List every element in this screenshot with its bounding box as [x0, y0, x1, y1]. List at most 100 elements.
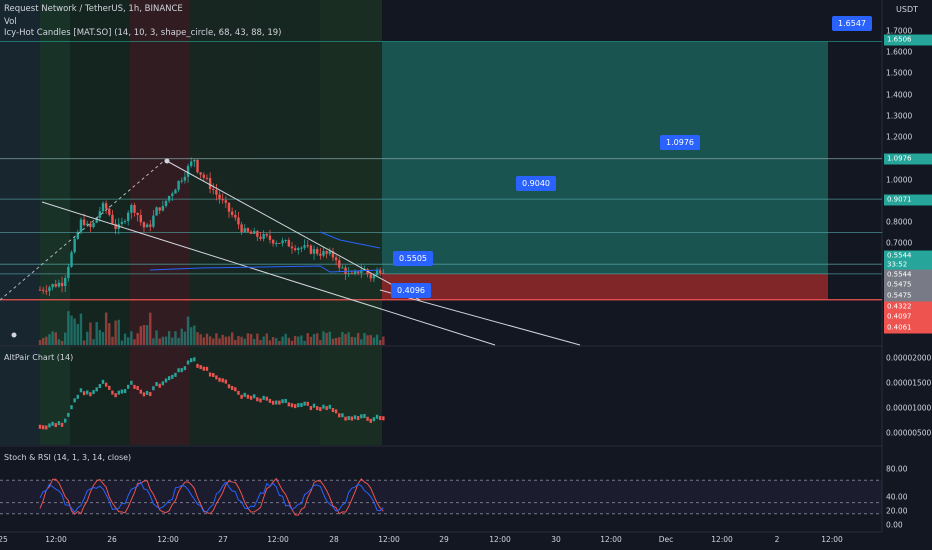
- altpair-tick: 0.00001500: [886, 378, 932, 388]
- volume-bar: [205, 333, 209, 345]
- candle-body: [265, 234, 268, 236]
- candle-body: [287, 240, 291, 247]
- candle-body: [328, 251, 331, 254]
- candle-body: [278, 242, 281, 244]
- candle-body: [379, 270, 382, 273]
- altpair-candle: [67, 412, 70, 417]
- candle-body: [142, 222, 146, 228]
- altpair-candle: [227, 384, 231, 389]
- candle-body: [123, 221, 127, 223]
- altpair-candle: [120, 389, 124, 394]
- altpair-candle: [306, 401, 309, 406]
- candle-body: [347, 272, 350, 275]
- volume-bar: [196, 332, 199, 345]
- volume-bar: [202, 337, 205, 345]
- volume-bar: [199, 334, 202, 345]
- rsi-label[interactable]: Stoch & RSI (14, 1, 3, 14, close): [4, 453, 131, 462]
- stop-callout[interactable]: 0.4096: [391, 283, 431, 298]
- volume-bar: [382, 336, 385, 345]
- target3-callout[interactable]: 1.6547: [832, 16, 872, 31]
- volume-bar: [186, 316, 190, 345]
- chart-canvas[interactable]: [0, 0, 932, 550]
- volume-bar: [171, 337, 174, 345]
- volume-bar: [190, 327, 193, 345]
- heat-band: [130, 0, 190, 445]
- altpair-candle: [234, 387, 237, 392]
- time-tick: 12:00: [711, 535, 733, 544]
- altpair-candle: [177, 368, 180, 373]
- altpair-label[interactable]: AltPair Chart (14): [4, 353, 73, 362]
- candle-body: [297, 248, 300, 250]
- candle-body: [108, 208, 111, 215]
- volume-bar: [360, 339, 363, 345]
- candle-body: [145, 224, 149, 228]
- indicator-label[interactable]: Icy-Hot Candles [MAT.SO] (14, 10, 3, sha…: [4, 28, 281, 38]
- candle-body: [350, 272, 354, 274]
- currency-unit[interactable]: USDT: [896, 5, 918, 14]
- altpair-candle: [382, 416, 385, 421]
- volume-bar: [297, 336, 300, 345]
- altpair-candle: [237, 390, 240, 395]
- volume-bar: [262, 336, 265, 345]
- candle-body: [92, 222, 95, 228]
- altpair-candle: [275, 400, 278, 405]
- time-tick: 12:00: [45, 535, 67, 544]
- signal-dot: [11, 332, 17, 338]
- candle-body: [334, 257, 338, 261]
- altpair-candle: [54, 423, 57, 428]
- heat-band: [190, 0, 260, 445]
- volume-bar: [51, 331, 54, 345]
- volume-bar: [54, 332, 57, 345]
- candle-body: [319, 253, 322, 256]
- candle-body: [186, 165, 190, 177]
- trading-chart[interactable]: Request Network / TetherUS, 1h, BINANCE …: [0, 0, 932, 550]
- entry-callout[interactable]: 0.5505: [393, 251, 433, 266]
- candle-body: [208, 178, 212, 189]
- volume-bar: [136, 333, 139, 345]
- volume-bar: [193, 325, 196, 345]
- volume-bar: [48, 334, 51, 345]
- volume-bar: [64, 332, 67, 345]
- altpair-candle: [259, 398, 262, 403]
- time-tick: 30: [551, 535, 561, 544]
- target-zone: [382, 41, 828, 274]
- candle-body: [149, 224, 152, 227]
- price-tick: 1.5000: [886, 68, 913, 78]
- candle-body: [275, 242, 278, 244]
- altpair-candle: [331, 408, 335, 413]
- candle-body: [89, 223, 92, 228]
- candle-body: [38, 289, 42, 291]
- volume-bar: [240, 336, 243, 345]
- altpair-candle: [284, 398, 287, 403]
- altpair-candle: [152, 386, 155, 391]
- altpair-candle: [104, 382, 108, 387]
- altpair-candle: [145, 390, 149, 395]
- candle-body: [158, 207, 161, 211]
- candle-body: [67, 266, 70, 279]
- candle-body: [240, 224, 243, 232]
- candle-body: [344, 267, 347, 275]
- candle-body: [54, 284, 57, 287]
- altpair-candle: [123, 389, 127, 394]
- altpair-candle: [212, 373, 215, 378]
- candle-body: [234, 214, 237, 218]
- altpair-candle: [281, 399, 284, 404]
- price-tag: 0.4061: [884, 322, 932, 334]
- volume-bar: [319, 340, 322, 345]
- volume-bar: [356, 333, 360, 345]
- volume-bar: [322, 331, 325, 345]
- candle-body: [215, 190, 218, 195]
- volume-bar: [221, 334, 224, 345]
- candle-body: [293, 248, 297, 250]
- altpair-candle: [208, 372, 212, 377]
- symbol-title[interactable]: Request Network / TetherUS, 1h, BINANCE: [4, 4, 183, 14]
- altpair-candle: [76, 394, 79, 399]
- target1-callout[interactable]: 0.9040: [516, 176, 556, 191]
- target2-callout[interactable]: 1.0976: [660, 135, 700, 150]
- candle-body: [70, 252, 73, 267]
- volume-bar: [331, 338, 335, 345]
- volume-bar: [57, 339, 61, 345]
- volume-label[interactable]: Vol: [4, 17, 17, 27]
- volume-bar: [246, 333, 250, 345]
- candle-body: [57, 282, 61, 287]
